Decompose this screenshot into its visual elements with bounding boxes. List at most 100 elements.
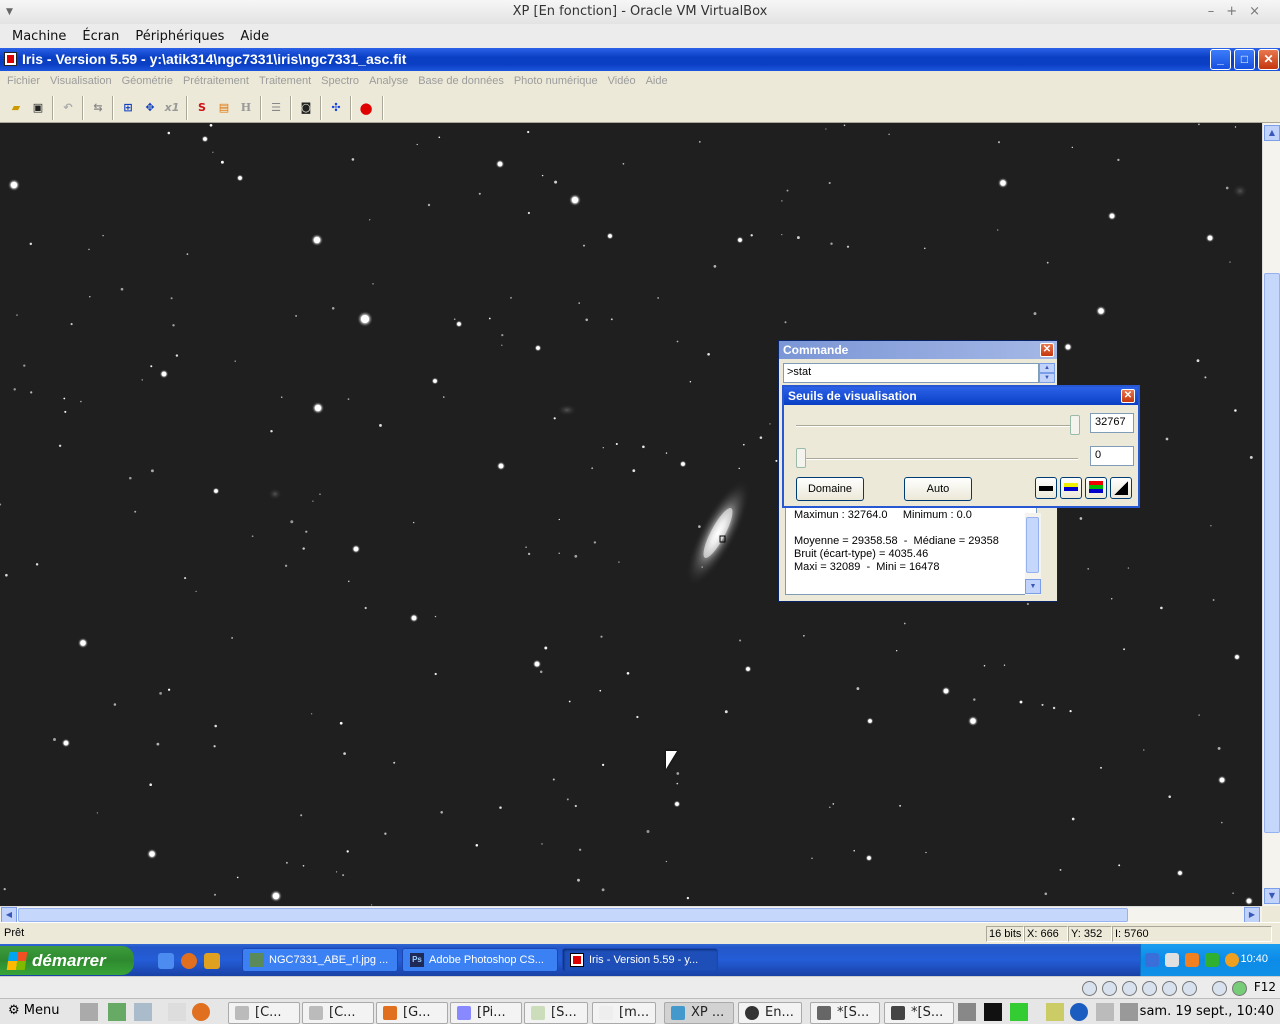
host-menu-machine[interactable]: Machine: [4, 29, 74, 44]
move-icon[interactable]: ✥: [139, 97, 161, 118]
firefox-icon[interactable]: [192, 1003, 210, 1021]
maximize-button[interactable]: □: [1234, 49, 1255, 70]
panel-task-virtualbox[interactable]: XP ...: [664, 1002, 734, 1024]
panel-task[interactable]: [m...: [592, 1002, 656, 1024]
low-threshold-input[interactable]: 0: [1090, 446, 1134, 466]
vertical-scroll-thumb[interactable]: [1264, 273, 1280, 833]
hdd-icon[interactable]: [1082, 981, 1097, 996]
panel-task[interactable]: [S...: [524, 1002, 588, 1024]
panel-task[interactable]: [G...: [376, 1002, 448, 1024]
high-threshold-slider[interactable]: [1070, 415, 1080, 435]
hp-icon[interactable]: [1070, 1003, 1088, 1021]
orange-box-icon[interactable]: ▤: [213, 97, 235, 118]
ie-icon[interactable]: [158, 953, 174, 969]
menu-base-de-donnees[interactable]: Base de données: [413, 75, 509, 87]
audio-icon[interactable]: [1122, 981, 1137, 996]
seuils-close-button[interactable]: ✕: [1121, 389, 1135, 403]
scroll-left-icon[interactable]: ◀: [1, 907, 17, 923]
output-scrollbar[interactable]: ▼: [1025, 513, 1041, 595]
usb-icon[interactable]: [1162, 981, 1177, 996]
tray-app-icon[interactable]: [1225, 953, 1239, 967]
show-desktop-icon[interactable]: [204, 953, 220, 969]
rgb-palette-icon[interactable]: [1085, 477, 1107, 499]
host-key-icon[interactable]: [1232, 981, 1247, 996]
shield-icon[interactable]: [1096, 1003, 1114, 1021]
network-icon[interactable]: [1165, 953, 1179, 967]
scroll-up-icon[interactable]: ▲: [1264, 125, 1280, 141]
swap-icon[interactable]: ⇆: [87, 97, 109, 118]
scroll-right-icon[interactable]: ▶: [1244, 907, 1260, 923]
shared-folder-icon[interactable]: [1182, 981, 1197, 996]
monitor-icon[interactable]: [984, 1003, 1002, 1021]
host-menu-peripheriques[interactable]: Périphériques: [127, 29, 232, 44]
task-ngc7331-jpg[interactable]: NGC7331_ABE_rl.jpg ...: [242, 948, 398, 972]
capture-icon[interactable]: [1212, 981, 1227, 996]
undo-icon[interactable]: ↶: [57, 97, 79, 118]
iris-app-icon[interactable]: [4, 52, 17, 66]
tray-app-icon[interactable]: [1205, 953, 1219, 967]
panel-task[interactable]: [Pi...: [450, 1002, 522, 1024]
menu-video[interactable]: Vidéo: [603, 75, 641, 87]
close-button[interactable]: ✕: [1258, 49, 1279, 70]
menu-visualisation[interactable]: Visualisation: [45, 75, 117, 87]
start-button[interactable]: démarrer: [0, 946, 134, 975]
commande-title-bar[interactable]: Commande ✕: [779, 341, 1057, 359]
battery-icon[interactable]: [1010, 1003, 1028, 1021]
list-icon[interactable]: ☰: [265, 97, 287, 118]
high-threshold-track[interactable]: [796, 425, 1078, 427]
commande-close-button[interactable]: ✕: [1040, 343, 1054, 357]
host-menu-ecran[interactable]: Écran: [74, 29, 127, 44]
x1-icon[interactable]: x1: [161, 97, 183, 118]
high-threshold-input[interactable]: 32767: [1090, 413, 1134, 433]
horizontal-scrollbar[interactable]: ◀ ▶: [0, 906, 1262, 923]
firefox-icon[interactable]: [181, 953, 197, 969]
task-photoshop[interactable]: Ps Adobe Photoshop CS...: [402, 948, 558, 972]
s-icon[interactable]: S: [191, 97, 213, 118]
auto-button[interactable]: Auto: [904, 477, 972, 501]
horizontal-scroll-thumb[interactable]: [18, 908, 1128, 922]
network-adapter-icon[interactable]: [1142, 981, 1157, 996]
scroll-down-icon[interactable]: ▼: [1264, 888, 1280, 904]
panel-task[interactable]: [C...: [302, 1002, 374, 1024]
app-launcher-icon[interactable]: [168, 1003, 186, 1021]
show-desktop-icon[interactable]: [80, 1003, 98, 1021]
menu-photo-numerique[interactable]: Photo numérique: [509, 75, 603, 87]
menu-spectro[interactable]: Spectro: [316, 75, 364, 87]
tray-icon[interactable]: [1046, 1003, 1064, 1021]
command-spinner[interactable]: ▲ ▼: [1039, 363, 1055, 383]
optical-drive-icon[interactable]: [1102, 981, 1117, 996]
output-scroll-thumb[interactable]: [1026, 517, 1039, 573]
panel-task[interactable]: [C...: [228, 1002, 300, 1024]
seuils-title-bar[interactable]: Seuils de visualisation ✕: [784, 387, 1138, 405]
domaine-button[interactable]: Domaine: [796, 477, 864, 501]
low-threshold-slider[interactable]: [796, 448, 806, 468]
files-icon[interactable]: [134, 1003, 152, 1021]
panel-task[interactable]: *[S...: [810, 1002, 880, 1024]
menu-aide[interactable]: Aide: [641, 75, 673, 87]
blue-cross-icon[interactable]: ✣: [325, 97, 347, 118]
window-menu-arrow-icon[interactable]: ▼: [6, 0, 13, 24]
command-input[interactable]: >stat: [783, 363, 1039, 383]
tray-app-icon[interactable]: [1185, 953, 1199, 967]
terminal-icon[interactable]: [108, 1003, 126, 1021]
host-start-menu[interactable]: ⚙ Menu: [8, 1003, 60, 1018]
image-canvas[interactable]: [0, 123, 1262, 906]
menu-fichier[interactable]: Fichier: [2, 75, 45, 87]
host-menu-aide[interactable]: Aide: [232, 29, 277, 44]
pen-icon[interactable]: [1120, 1003, 1138, 1021]
zoom-in-icon[interactable]: ⊞: [117, 97, 139, 118]
minimize-button[interactable]: _: [1210, 49, 1231, 70]
panel-task[interactable]: En...: [738, 1002, 802, 1024]
save-icon[interactable]: ▣: [27, 97, 49, 118]
camera-icon[interactable]: ◙: [295, 97, 317, 118]
panel-task[interactable]: *[S...: [884, 1002, 954, 1024]
menu-analyse[interactable]: Analyse: [364, 75, 413, 87]
task-iris[interactable]: Iris - Version 5.59 - y...: [562, 948, 718, 972]
menu-traitement[interactable]: Traitement: [254, 75, 316, 87]
vertical-scrollbar[interactable]: ▲ ▼: [1262, 123, 1280, 906]
low-threshold-track[interactable]: [796, 458, 1078, 460]
menu-pretraitement[interactable]: Prétraitement: [178, 75, 254, 87]
open-icon[interactable]: ▰: [5, 97, 27, 118]
h-icon[interactable]: H: [235, 97, 257, 118]
window-controls[interactable]: –+×: [1208, 0, 1272, 24]
